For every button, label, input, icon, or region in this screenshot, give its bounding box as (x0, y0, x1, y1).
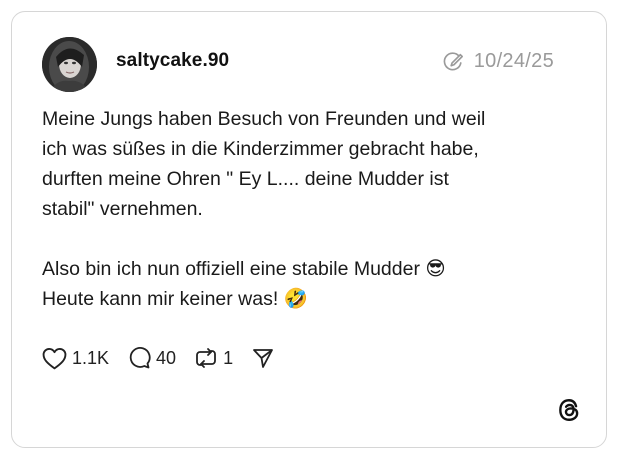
like-count: 1.1K (72, 347, 110, 368)
edit-pencil-icon (442, 51, 464, 73)
post-text: Meine Jungs haben Besuch von Freunden un… (42, 108, 486, 310)
post-card: saltycake.90 10/24/25 Meine Jungs haben … (11, 11, 607, 448)
post-meta: 10/24/25 (442, 50, 554, 73)
comment-button[interactable]: 40 (127, 346, 176, 370)
repost-icon (196, 348, 216, 368)
heart-icon (42, 347, 67, 369)
share-button[interactable] (251, 346, 275, 370)
avatar[interactable] (42, 37, 97, 92)
like-button[interactable]: 1.1K (42, 347, 109, 370)
repost-count: 1 (223, 347, 234, 368)
speech-bubble-icon (129, 347, 151, 369)
avatar-photo (42, 37, 97, 92)
post-actions: 1.1K 40 1 (42, 343, 293, 373)
post-date: 10/24/25 (473, 50, 554, 72)
send-icon (253, 349, 273, 368)
comment-count: 40 (156, 347, 177, 368)
username[interactable]: saltycake.90 (116, 50, 229, 72)
threads-logo-icon[interactable] (556, 397, 582, 423)
repost-button[interactable]: 1 (194, 346, 233, 370)
